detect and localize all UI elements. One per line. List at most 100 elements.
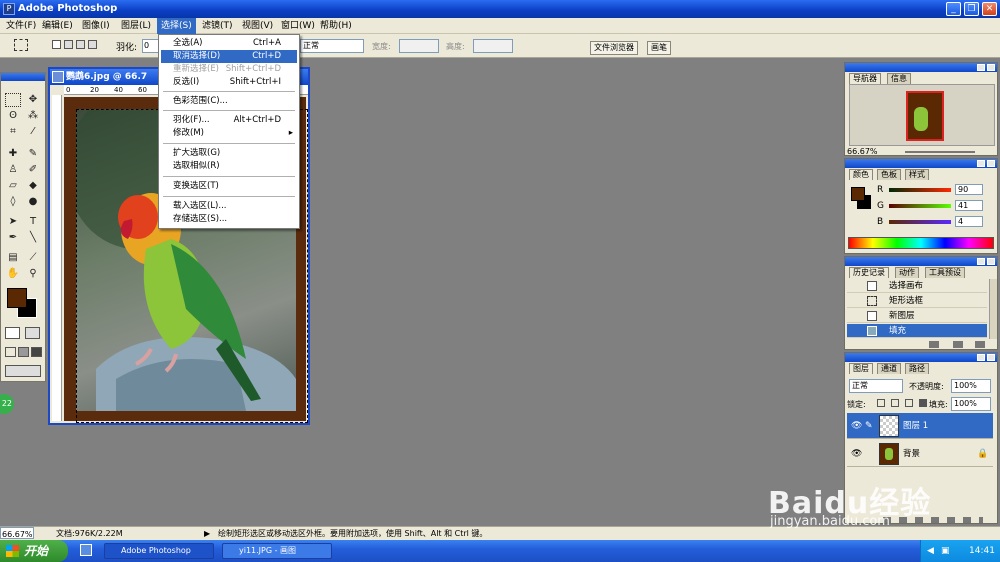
eye-icon[interactable]: 👁 xyxy=(851,449,862,459)
menu-help[interactable]: 帮助(H) xyxy=(316,18,356,34)
restore-button[interactable]: ❐ xyxy=(964,2,979,16)
tab-info[interactable]: 信息 xyxy=(887,73,911,84)
status-arrow-icon[interactable]: ▶ xyxy=(204,527,210,540)
clock[interactable]: 14:41 xyxy=(969,540,995,562)
menu-feather[interactable]: 羽化(F)... Alt+Ctrl+D xyxy=(161,114,297,127)
panel-minimize-icon[interactable] xyxy=(977,258,985,265)
menu-similar[interactable]: 选取相似(R) xyxy=(161,160,297,173)
eraser-icon[interactable]: ▱ xyxy=(5,179,21,193)
panel-minimize-icon[interactable] xyxy=(977,64,985,71)
g-value-input[interactable]: 41 xyxy=(955,200,983,211)
tab-history[interactable]: 历史记录 xyxy=(849,267,889,278)
dodge-tool-icon[interactable]: ● xyxy=(25,195,41,209)
eyedropper-icon[interactable]: ⟋ xyxy=(25,251,41,265)
notes-tool-icon[interactable]: ▤ xyxy=(5,251,21,265)
panel-close-icon[interactable] xyxy=(987,354,995,361)
screen-mode-2-icon[interactable] xyxy=(18,347,29,357)
quicklaunch-icon[interactable] xyxy=(80,544,92,556)
screen-mode-1-icon[interactable] xyxy=(5,347,16,357)
healing-brush-icon[interactable]: ✚ xyxy=(5,147,21,161)
panel-close-icon[interactable] xyxy=(987,160,995,167)
menu-load-selection[interactable]: 载入选区(L)... xyxy=(161,200,297,213)
lasso-tool-icon[interactable]: ʘ xyxy=(5,109,21,123)
pen-tool-icon[interactable]: ✒ xyxy=(5,231,21,245)
menu-select[interactable]: 选择(S) xyxy=(157,18,196,34)
eye-icon[interactable]: 👁 xyxy=(851,421,862,431)
menu-save-selection[interactable]: 存储选区(S)... xyxy=(161,213,297,226)
menu-deselect[interactable]: 取消选择(D) Ctrl+D xyxy=(161,50,297,63)
trash-icon[interactable] xyxy=(975,341,985,348)
new-doc-icon[interactable] xyxy=(929,341,939,348)
tab-styles[interactable]: 样式 xyxy=(905,169,929,180)
blend-mode-select[interactable]: 正常 xyxy=(849,379,903,393)
b-slider[interactable] xyxy=(889,220,951,224)
intersect-selection-icon[interactable] xyxy=(88,40,97,49)
lock-transparency-icon[interactable] xyxy=(877,399,885,407)
menu-window[interactable]: 窗口(W) xyxy=(277,18,319,34)
zoom-tool-icon[interactable]: ⚲ xyxy=(25,267,41,281)
menu-transform-selection[interactable]: 变换选区(T) xyxy=(161,180,297,193)
tab-actions[interactable]: 动作 xyxy=(895,267,919,278)
tab-layers[interactable]: 图层 xyxy=(849,363,873,374)
status-zoom[interactable]: 66.67% xyxy=(0,527,34,539)
b-value-input[interactable]: 4 xyxy=(955,216,983,227)
hand-tool-icon[interactable]: ✋ xyxy=(5,267,21,281)
tab-navigator[interactable]: 导航器 xyxy=(849,73,881,84)
crop-tool-icon[interactable]: ⌗ xyxy=(5,125,21,139)
panel-minimize-icon[interactable] xyxy=(977,354,985,361)
network-icon[interactable]: ▣ xyxy=(941,540,950,562)
panel-close-icon[interactable] xyxy=(987,258,995,265)
foreground-color-swatch[interactable] xyxy=(7,288,27,308)
tab-file-browser[interactable]: 文件浏览器 xyxy=(590,41,638,55)
paint-bucket-icon[interactable]: ◆ xyxy=(25,179,41,193)
new-selection-icon[interactable] xyxy=(52,40,61,49)
task-photoshop[interactable]: Adobe Photoshop xyxy=(104,543,214,559)
menu-file[interactable]: 文件(F) xyxy=(2,18,40,34)
menu-view[interactable]: 视图(V) xyxy=(238,18,277,34)
height-input[interactable] xyxy=(473,39,513,53)
opacity-input[interactable]: 100% xyxy=(951,379,991,393)
menu-color-range[interactable]: 色彩范围(C)... xyxy=(161,95,297,108)
menu-modify[interactable]: 修改(M) ▸ xyxy=(161,127,297,140)
marquee-tool-preset-icon[interactable] xyxy=(14,39,28,51)
speaker-icon[interactable]: ◀ xyxy=(927,540,934,562)
width-input[interactable] xyxy=(399,39,439,53)
subtract-selection-icon[interactable] xyxy=(76,40,85,49)
minimize-button[interactable]: _ xyxy=(946,2,961,16)
menu-layer[interactable]: 图层(L) xyxy=(117,18,155,34)
lock-all-icon[interactable] xyxy=(919,399,927,407)
menu-edit[interactable]: 编辑(E) xyxy=(38,18,77,34)
g-slider[interactable] xyxy=(889,204,951,208)
menu-filter[interactable]: 滤镜(T) xyxy=(198,18,237,34)
style-select[interactable]: 正常 xyxy=(300,39,364,53)
tab-tool-presets[interactable]: 工具预设 xyxy=(925,267,965,278)
fill-input[interactable]: 100% xyxy=(951,397,991,411)
tab-paths[interactable]: 路径 xyxy=(905,363,929,374)
r-slider[interactable] xyxy=(889,188,951,192)
navigator-preview[interactable] xyxy=(849,84,995,146)
color-fg-swatch[interactable] xyxy=(851,187,865,201)
snapshot-icon[interactable] xyxy=(953,341,963,348)
slice-tool-icon[interactable]: ⁄ xyxy=(25,125,41,139)
magic-wand-icon[interactable]: ⁂ xyxy=(25,109,41,123)
menu-inverse[interactable]: 反选(I) Shift+Ctrl+I xyxy=(161,76,297,89)
color-spectrum-bar[interactable] xyxy=(848,237,994,249)
menu-grow[interactable]: 扩大选取(G) xyxy=(161,147,297,160)
status-doc-size[interactable]: 文档:976K/2.22M xyxy=(56,527,123,540)
move-tool-icon[interactable]: ✥ xyxy=(25,93,41,107)
r-value-input[interactable]: 90 xyxy=(955,184,983,195)
clone-stamp-icon[interactable]: ♙ xyxy=(5,163,21,177)
tab-color[interactable]: 颜色 xyxy=(849,169,873,180)
navigator-zoom-slider[interactable] xyxy=(905,151,975,153)
history-scrollbar[interactable] xyxy=(989,279,997,339)
blur-tool-icon[interactable]: ◊ xyxy=(5,195,21,209)
add-selection-icon[interactable] xyxy=(64,40,73,49)
layer-row[interactable]: 背景 xyxy=(847,441,993,467)
task-paint[interactable]: yi11.JPG - 画图 xyxy=(222,543,332,559)
lock-move-icon[interactable] xyxy=(905,399,913,407)
screen-mode-3-icon[interactable] xyxy=(31,347,42,357)
quickmask-mode-icon[interactable] xyxy=(25,327,40,339)
standard-mode-icon[interactable] xyxy=(5,327,20,339)
marquee-tool-icon[interactable] xyxy=(5,93,21,107)
type-tool-icon[interactable]: T xyxy=(25,215,41,229)
